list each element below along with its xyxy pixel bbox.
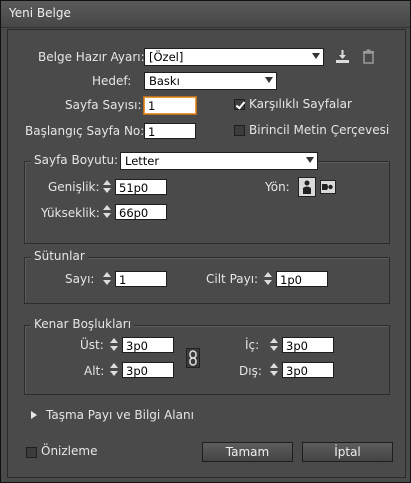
start-page-label: Başlangıç Sayfa No: bbox=[25, 124, 145, 138]
delete-preset-icon[interactable] bbox=[360, 48, 377, 65]
width-field[interactable]: 51p0 bbox=[115, 179, 167, 195]
columns-title: Sütunlar bbox=[31, 249, 88, 263]
gutter-stepper[interactable] bbox=[264, 271, 273, 287]
column-number-label: Sayı: bbox=[65, 272, 95, 286]
margin-inside-stepper[interactable] bbox=[270, 337, 279, 353]
margin-bottom-stepper[interactable] bbox=[110, 362, 119, 378]
chevron-down-icon bbox=[306, 157, 314, 163]
page-size-value: Letter bbox=[125, 154, 160, 168]
preset-label: Belge Hazır Ayarı: bbox=[38, 50, 145, 64]
primary-text-frame-label: Birincil Metin Çerçevesi bbox=[249, 123, 390, 137]
margin-top-field[interactable]: 3p0 bbox=[122, 337, 174, 353]
preset-dropdown[interactable]: [Özel] bbox=[144, 48, 324, 66]
margin-outside-stepper[interactable] bbox=[270, 362, 279, 378]
margins-group bbox=[24, 325, 390, 395]
height-field[interactable]: 66p0 bbox=[115, 204, 167, 220]
chevron-down-icon bbox=[312, 53, 320, 59]
height-stepper[interactable] bbox=[103, 204, 112, 220]
start-page-field[interactable]: 1 bbox=[144, 123, 196, 139]
preview-label: Önizleme bbox=[41, 444, 98, 458]
primary-text-frame-checkbox[interactable] bbox=[234, 125, 245, 136]
window-title: Yeni Belge bbox=[9, 6, 71, 20]
pages-label: Sayfa Sayısı: bbox=[65, 98, 142, 112]
save-preset-icon[interactable] bbox=[334, 48, 351, 65]
page-size-group bbox=[24, 161, 390, 244]
title-bar[interactable]: Yeni Belge bbox=[1, 1, 410, 28]
facing-pages-label: Karşılıklı Sayfalar bbox=[249, 97, 352, 111]
ok-button[interactable]: Tamam bbox=[202, 442, 293, 462]
intent-label: Hedef: bbox=[92, 74, 132, 88]
margin-inside-label: İç: bbox=[245, 338, 260, 352]
disclosure-triangle-icon[interactable] bbox=[30, 410, 38, 420]
orientation-label: Yön: bbox=[265, 180, 290, 194]
cancel-button[interactable]: İptal bbox=[302, 442, 393, 462]
margin-top-stepper[interactable] bbox=[110, 337, 119, 353]
column-number-stepper[interactable] bbox=[103, 271, 112, 287]
width-stepper[interactable] bbox=[103, 179, 112, 195]
margin-bottom-field[interactable]: 3p0 bbox=[122, 362, 174, 378]
preview-checkbox[interactable] bbox=[26, 447, 37, 458]
margins-title: Kenar Boşlukları bbox=[31, 317, 135, 331]
page-size-dropdown[interactable]: Letter bbox=[120, 152, 318, 170]
dialog-body: Belge Hazır Ayarı: [Özel] Hedef: Baskı S… bbox=[7, 29, 406, 478]
chevron-down-icon bbox=[265, 77, 273, 83]
page-size-label: Sayfa Boyutu: bbox=[31, 153, 122, 167]
width-label: Genişlik: bbox=[48, 180, 100, 194]
portrait-icon[interactable] bbox=[298, 177, 316, 197]
intent-value: Baskı bbox=[149, 74, 180, 88]
gutter-label: Cilt Payı: bbox=[206, 272, 259, 286]
margin-bottom-label: Alt: bbox=[84, 364, 105, 378]
margin-outside-label: Dış: bbox=[239, 364, 262, 378]
column-number-field[interactable]: 1 bbox=[115, 271, 167, 287]
facing-pages-checkbox[interactable] bbox=[234, 99, 245, 110]
intent-dropdown[interactable]: Baskı bbox=[144, 72, 277, 90]
pages-field[interactable]: 1 bbox=[144, 97, 196, 114]
bleed-slug-label[interactable]: Taşma Payı ve Bilgi Alanı bbox=[46, 408, 194, 422]
gutter-field[interactable]: 1p0 bbox=[276, 271, 328, 287]
height-label: Yükseklik: bbox=[41, 206, 100, 220]
chain-link-icon[interactable] bbox=[186, 348, 200, 368]
margin-outside-field[interactable]: 3p0 bbox=[282, 362, 334, 378]
margin-inside-field[interactable]: 3p0 bbox=[282, 337, 334, 353]
new-document-dialog: Yeni Belge Belge Hazır Ayarı: [Özel] Hed… bbox=[0, 0, 411, 483]
landscape-icon[interactable] bbox=[320, 178, 336, 196]
preset-value: [Özel] bbox=[149, 50, 184, 64]
margin-top-label: Üst: bbox=[80, 338, 104, 352]
